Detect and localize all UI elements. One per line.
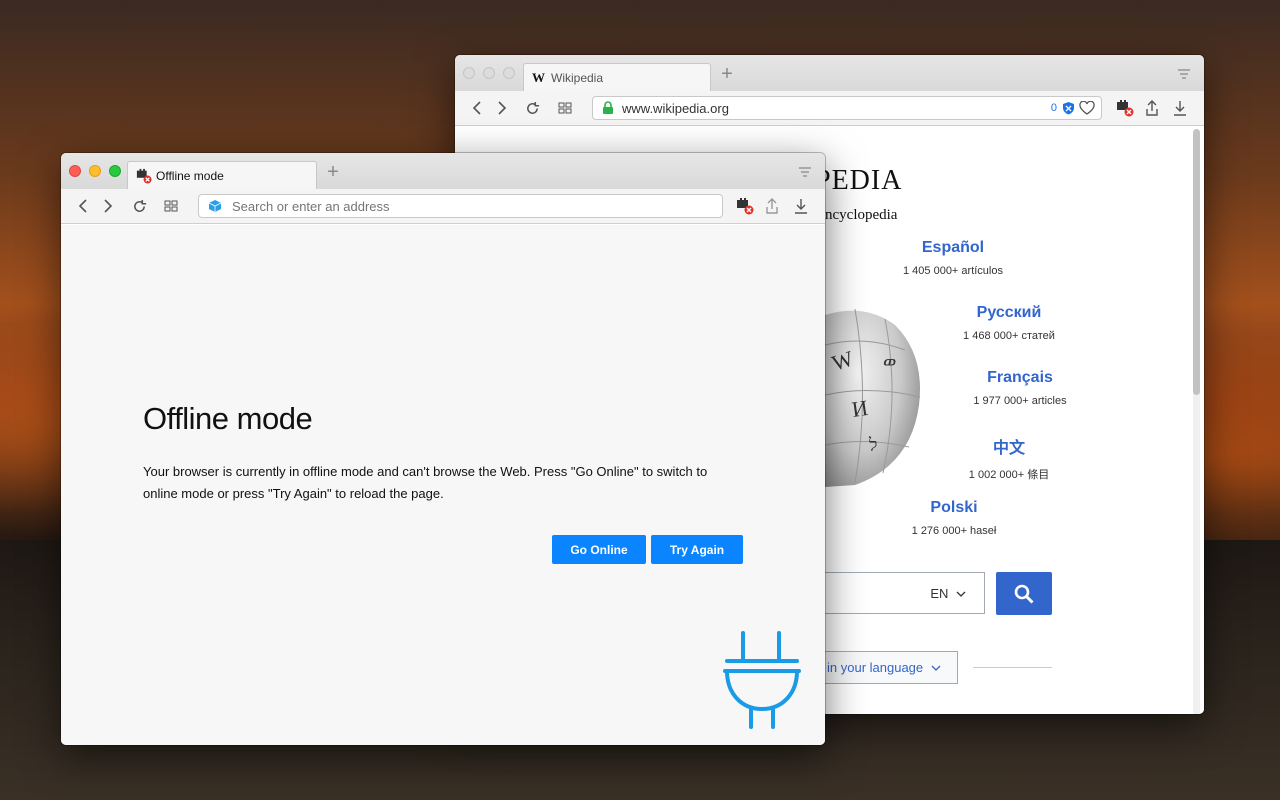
scrollbar-thumb[interactable]	[1193, 129, 1200, 395]
article-count: 1 468 000+ статей	[963, 330, 1055, 342]
lock-icon	[603, 101, 613, 114]
svg-text:ל: ל	[868, 435, 877, 455]
minimize-button[interactable]	[483, 67, 495, 79]
tab-title: Offline mode	[156, 168, 224, 183]
back-button[interactable]	[467, 98, 487, 118]
language-link-spanish[interactable]: Español 1 405 000+ artículos	[893, 239, 1013, 277]
offline-plug-icon	[1117, 100, 1134, 117]
grid-icon	[164, 200, 178, 212]
read-in-your-language-button[interactable]: in your language	[815, 651, 958, 684]
download-icon	[1174, 101, 1186, 116]
reload-button[interactable]	[522, 98, 542, 118]
back-icon	[472, 101, 481, 115]
wikipedia-tagline: ncyclopedia	[825, 207, 898, 223]
minimize-button[interactable]	[89, 165, 101, 177]
reload-button[interactable]	[129, 196, 149, 216]
language-link-polish[interactable]: Polski 1 276 000+ haseł	[894, 499, 1014, 537]
offline-plug-icon	[737, 198, 754, 215]
back-icon	[78, 199, 87, 213]
language-name: Français	[987, 369, 1053, 386]
tab-menu-icon[interactable]	[1177, 69, 1191, 79]
language-link-chinese[interactable]: 中文 1 002 000+ 條目	[949, 434, 1069, 482]
offline-mode-button[interactable]	[1115, 98, 1135, 118]
downloads-button[interactable]	[1170, 98, 1190, 118]
address-input[interactable]	[230, 197, 704, 215]
search-language-select[interactable]: EN	[930, 586, 966, 601]
language-name: Русский	[976, 304, 1042, 321]
article-count: 1 002 000+ 條目	[968, 469, 1050, 481]
reload-icon	[133, 199, 146, 212]
go-online-button[interactable]: Go Online	[552, 535, 646, 564]
read-language-label: in your language	[827, 660, 924, 675]
tracker-shield-icon[interactable]	[1062, 101, 1075, 115]
chevron-down-icon	[956, 591, 966, 597]
divider	[973, 667, 1052, 668]
address-text: www.wikipedia.org	[622, 100, 729, 116]
offline-window: Offline mode + Search or enter an addres…	[61, 153, 825, 745]
wikipedia-globe-logo: W И ወ ל	[825, 308, 921, 487]
language-link-russian[interactable]: Русский 1 468 000+ статей	[949, 304, 1069, 342]
close-button[interactable]	[463, 67, 475, 79]
svg-text:ወ: ወ	[883, 351, 896, 371]
tab-wikipedia[interactable]: W Wikipedia	[523, 63, 711, 91]
article-count: 1 276 000+ haseł	[911, 525, 997, 537]
offline-plug-icon	[136, 168, 152, 184]
back-button[interactable]	[73, 196, 93, 216]
tabs-overview-button[interactable]	[161, 196, 181, 216]
tab-menu-icon[interactable]	[798, 167, 812, 177]
tab-bar: W Wikipedia +	[455, 55, 1204, 91]
share-button[interactable]	[1142, 98, 1162, 118]
forward-button[interactable]	[492, 98, 512, 118]
toolbar	[61, 189, 825, 224]
zoom-button[interactable]	[109, 165, 121, 177]
wikipedia-favicon-icon: W	[532, 69, 545, 85]
close-button[interactable]	[69, 165, 81, 177]
language-link-french[interactable]: Français 1 977 000+ articles	[960, 369, 1080, 407]
tab-offline-mode[interactable]: Offline mode	[127, 161, 317, 189]
site-cube-icon	[208, 200, 222, 212]
wiki-search-input[interactable]: EN	[815, 572, 985, 614]
share-button[interactable]	[762, 196, 782, 216]
share-icon	[766, 198, 778, 214]
window-controls	[69, 165, 121, 177]
page-title: Offline mode	[143, 401, 313, 436]
forward-icon	[104, 199, 113, 213]
downloads-button[interactable]	[791, 196, 811, 216]
new-tab-button[interactable]: +	[715, 63, 739, 87]
article-count: 1 405 000+ artículos	[903, 265, 1003, 277]
offline-message: Your browser is currently in offline mod…	[143, 464, 708, 501]
new-tab-button[interactable]: +	[321, 161, 345, 185]
grid-icon	[558, 102, 572, 114]
toolbar: www.wikipedia.org 0	[455, 91, 1204, 126]
search-icon	[1014, 584, 1034, 604]
article-count: 1 977 000+ articles	[973, 395, 1067, 407]
plug-illustration	[723, 631, 801, 729]
wiki-search-button[interactable]	[996, 572, 1052, 615]
forward-button[interactable]	[98, 196, 118, 216]
language-name: Polski	[930, 499, 978, 516]
address-bar[interactable]: www.wikipedia.org 0	[592, 96, 1102, 120]
tabs-overview-button[interactable]	[555, 98, 575, 118]
try-again-button[interactable]: Try Again	[651, 535, 743, 564]
window-controls	[463, 67, 515, 79]
tracker-count: 0	[1050, 102, 1057, 114]
forward-icon	[498, 101, 507, 115]
chevron-down-icon	[931, 665, 941, 671]
language-name: 中文	[992, 440, 1025, 457]
language-name: Español	[921, 239, 985, 256]
tab-bar: Offline mode +	[61, 153, 825, 189]
offline-mode-button[interactable]	[735, 196, 755, 216]
share-icon	[1146, 100, 1158, 116]
download-icon	[795, 199, 807, 214]
search-language-code: EN	[930, 586, 949, 601]
heart-icon[interactable]	[1079, 101, 1095, 115]
zoom-button[interactable]	[503, 67, 515, 79]
scrollbar[interactable]	[1193, 129, 1200, 714]
offline-page: Offline mode Your browser is currently i…	[61, 225, 825, 745]
reload-icon	[526, 101, 539, 114]
address-bar[interactable]	[198, 194, 723, 218]
wikipedia-wordmark: PEDIA	[815, 165, 903, 196]
tab-title: Wikipedia	[551, 70, 604, 85]
